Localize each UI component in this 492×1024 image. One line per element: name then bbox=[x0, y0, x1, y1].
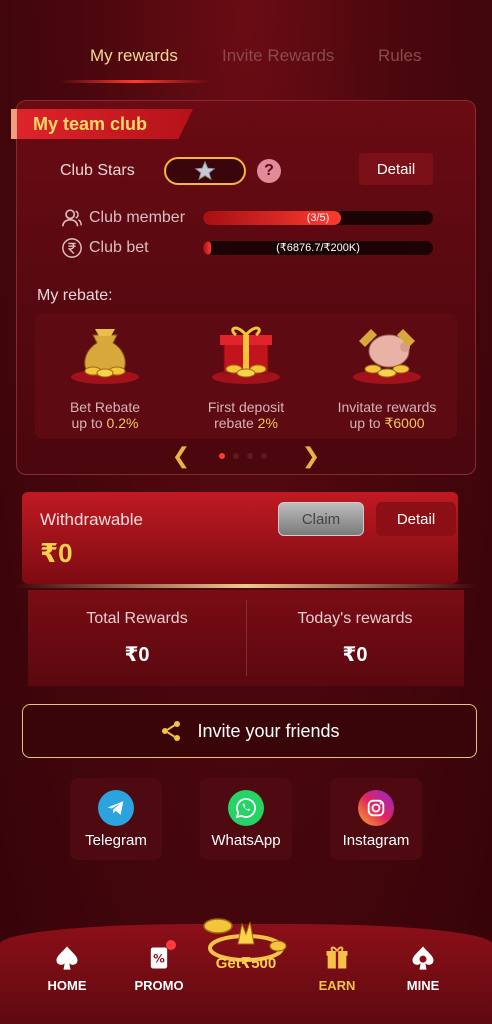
total-rewards: Total Rewards ₹0 bbox=[28, 590, 246, 686]
rebate-item-first-deposit-prefix: rebate bbox=[214, 415, 258, 431]
pager-next-icon[interactable]: ❯ bbox=[301, 445, 321, 467]
bottom-nav: HOME % PROMO Get₹500 EARN MINE bbox=[0, 918, 492, 1024]
rebate-pager: ❮ ❯ bbox=[17, 443, 477, 469]
tab-my-rewards[interactable]: My rewards bbox=[90, 46, 178, 66]
money-bag-icon bbox=[71, 329, 139, 384]
rebate-carousel: Bet Rebate up to 0.2% First deposit reba… bbox=[35, 313, 457, 439]
nav-earn-label: EARN bbox=[318, 978, 356, 993]
todays-rewards-value: ₹0 bbox=[342, 644, 368, 666]
pager-dot[interactable] bbox=[219, 453, 225, 459]
spade-icon bbox=[56, 946, 78, 970]
invite-friends-label: Invite your friends bbox=[197, 720, 340, 741]
rupee-icon bbox=[62, 238, 82, 258]
nav-earn-center-label: Get₹500 bbox=[215, 955, 277, 972]
club-stars-label: Club Stars bbox=[60, 162, 135, 179]
claim-button[interactable]: Claim bbox=[278, 502, 364, 536]
withdraw-detail-button[interactable]: Detail bbox=[376, 502, 456, 536]
todays-rewards-label: Today's rewards bbox=[297, 610, 413, 627]
whatsapp-label: WhatsApp bbox=[211, 832, 281, 849]
active-tab-indicator bbox=[60, 80, 210, 83]
help-icon[interactable]: ? bbox=[257, 159, 281, 183]
club-bet-label: Club bet bbox=[89, 239, 149, 256]
telegram-label: Telegram bbox=[85, 832, 147, 849]
rebate-item-invite[interactable]: Invitate rewards up to ₹6000 bbox=[317, 313, 457, 439]
todays-rewards: Today's rewards ₹0 bbox=[246, 590, 464, 686]
tab-invite-rewards[interactable]: Invite Rewards bbox=[222, 46, 334, 66]
share-instagram[interactable]: Instagram bbox=[330, 778, 422, 860]
rewards-page: My rewards Invite Rewards Rules My team … bbox=[0, 0, 492, 1024]
club-member-progress: (3/5) bbox=[203, 211, 433, 225]
rebate-item-invite-value: ₹6000 bbox=[384, 415, 425, 431]
pager-dot[interactable] bbox=[247, 453, 253, 459]
total-rewards-label: Total Rewards bbox=[86, 610, 188, 627]
rebate-item-bet-title: Bet Rebate bbox=[69, 399, 141, 415]
team-club-title: My team club bbox=[11, 109, 193, 139]
my-rebate-label: My rebate: bbox=[37, 287, 113, 304]
promo-notification-dot bbox=[166, 940, 176, 950]
club-bet-row: Club bet bbox=[61, 237, 149, 259]
total-rewards-value: ₹0 bbox=[124, 644, 150, 666]
rebate-item-first-deposit-value: 2% bbox=[257, 415, 278, 431]
club-member-label: Club member bbox=[89, 209, 186, 226]
club-bet-amount: (₹6876.7/₹200K) bbox=[276, 242, 360, 254]
rebate-item-bet[interactable]: Bet Rebate up to 0.2% bbox=[35, 313, 175, 439]
rebate-item-bet-subtitle: up to 0.2% bbox=[35, 415, 175, 431]
withdrawable-label: Withdrawable bbox=[40, 510, 143, 529]
share-telegram[interactable]: Telegram bbox=[70, 778, 162, 860]
nav-mine-label: MINE bbox=[406, 978, 440, 993]
share-whatsapp[interactable]: WhatsApp bbox=[200, 778, 292, 860]
gift-box-icon bbox=[212, 326, 280, 384]
piggy-bank-icon bbox=[353, 329, 421, 384]
nav-home[interactable]: HOME bbox=[32, 944, 102, 993]
nav-promo-label: PROMO bbox=[134, 978, 184, 993]
instagram-label: Instagram bbox=[342, 832, 410, 849]
club-bet-progress: (₹6876.7/₹200K) bbox=[203, 241, 433, 255]
pager-dot[interactable] bbox=[261, 453, 267, 459]
nav-earn[interactable]: EARN bbox=[302, 944, 372, 993]
nav-home-label: HOME bbox=[47, 978, 87, 993]
nav-promo[interactable]: % PROMO bbox=[124, 940, 194, 993]
svg-text:%: % bbox=[153, 952, 165, 966]
nav-mine[interactable]: MINE bbox=[388, 944, 458, 993]
rewards-summary: Total Rewards ₹0 Today's rewards ₹0 bbox=[28, 590, 464, 686]
rebate-item-bet-value: 0.2% bbox=[106, 415, 139, 431]
pager-dot[interactable] bbox=[233, 453, 239, 459]
nav-earn-center[interactable]: Get₹500 bbox=[196, 912, 296, 992]
top-tabs: My rewards Invite Rewards Rules bbox=[0, 0, 492, 86]
rebate-item-bet-prefix: up to bbox=[71, 415, 107, 431]
rebate-item-first-deposit[interactable]: First deposit rebate 2% bbox=[176, 313, 316, 439]
whatsapp-icon bbox=[228, 790, 264, 826]
rebate-item-invite-prefix: up to bbox=[349, 415, 385, 431]
telegram-icon bbox=[98, 790, 134, 826]
club-detail-button[interactable]: Detail bbox=[359, 153, 433, 185]
rebate-item-invite-title: Invitate rewards bbox=[337, 399, 437, 415]
rebate-item-invite-subtitle: up to ₹6000 bbox=[317, 415, 457, 432]
club-member-count: (3/5) bbox=[306, 212, 330, 224]
divider-glow bbox=[14, 584, 478, 588]
club-stars-badge bbox=[164, 157, 246, 185]
withdrawable-amount: ₹0 bbox=[40, 538, 73, 568]
gift-icon bbox=[326, 946, 348, 969]
pager-prev-icon[interactable]: ❮ bbox=[171, 445, 191, 467]
invite-friends-button[interactable]: Invite your friends bbox=[22, 704, 477, 758]
rebate-item-first-deposit-subtitle: rebate 2% bbox=[176, 415, 316, 431]
tab-rules[interactable]: Rules bbox=[378, 46, 421, 66]
instagram-icon bbox=[358, 790, 394, 826]
star-icon bbox=[194, 160, 216, 181]
club-member-row: Club member bbox=[61, 207, 185, 229]
user-icon bbox=[62, 209, 82, 227]
rebate-item-first-deposit-title: First deposit bbox=[207, 399, 285, 415]
team-club-card: My team club Club Stars ? Detail Club me… bbox=[11, 100, 477, 475]
withdrawable-card: Withdrawable ₹0 Claim Detail bbox=[22, 492, 458, 584]
share-icon bbox=[162, 721, 181, 741]
profile-spade-icon bbox=[412, 946, 434, 970]
